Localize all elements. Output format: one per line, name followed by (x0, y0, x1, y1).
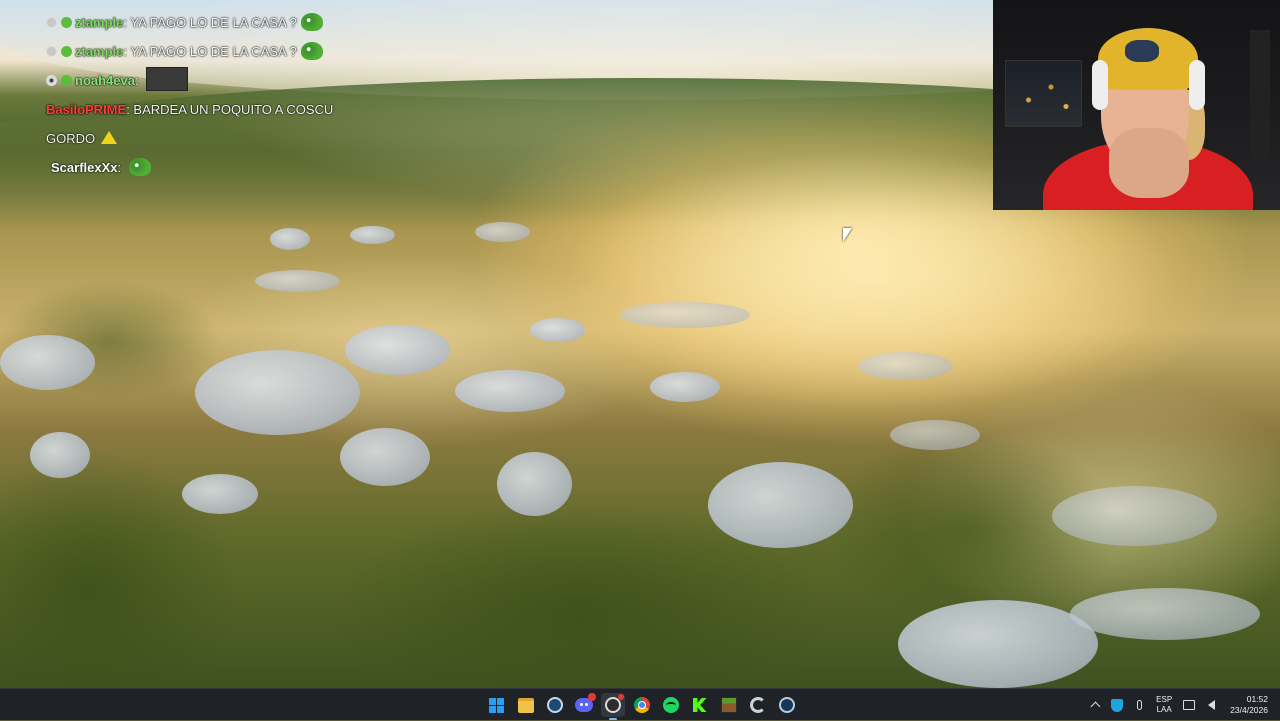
pond (340, 428, 430, 486)
shield-icon (1111, 698, 1124, 712)
pond (858, 352, 953, 380)
chat-username: noah4eva (75, 73, 135, 88)
windows-start-icon (489, 697, 504, 713)
pond (620, 302, 750, 328)
chat-message: ztample: YA PAGO LO DE LA CASA ? (46, 8, 376, 37)
chat-text: GORDO (46, 131, 96, 146)
room-shelf (1250, 30, 1270, 160)
taskbar-minecraft[interactable] (717, 693, 741, 717)
taskbar-chrome[interactable] (630, 693, 654, 717)
taskbar-obs[interactable] (600, 693, 625, 720)
pond (530, 318, 585, 342)
chat-message: noah4eva: (46, 66, 376, 95)
warning-emote-icon (101, 131, 118, 144)
pond (255, 270, 340, 292)
show-hidden-icons-button[interactable] (1086, 696, 1104, 714)
smiley-badge-icon (61, 46, 72, 57)
steam-icon (778, 697, 795, 713)
chat-text: BARDEA UN POQUITO A COSCU (133, 102, 334, 117)
language-indicator[interactable]: ESP LAA (1156, 695, 1172, 715)
chat-username: ScarflexXx (51, 160, 118, 175)
clock-date: 23/4/2026 (1230, 705, 1268, 715)
steam-icon (546, 697, 563, 713)
tray-network[interactable] (1180, 696, 1198, 714)
smiley-badge-icon (61, 75, 72, 86)
pond (475, 222, 530, 242)
headphone-icon (1189, 60, 1205, 110)
tray-microphone[interactable] (1130, 696, 1148, 714)
spotify-icon (662, 697, 679, 713)
pond (345, 325, 450, 375)
notification-badge (587, 693, 596, 701)
chat-message-continuation: GORDO (46, 124, 376, 153)
pond (650, 372, 720, 402)
pond (1052, 486, 1217, 546)
chat-message: ScarflexXx: (46, 153, 376, 182)
start-button[interactable] (485, 693, 509, 717)
speaker-icon (1207, 700, 1215, 710)
chat-text: YA PAGO LO DE LA CASA ? (130, 44, 297, 59)
obs-icon (604, 697, 621, 713)
chat-username: ztample (75, 44, 124, 59)
room-window (1005, 60, 1082, 127)
chrome-icon (633, 697, 650, 713)
ccleaner-icon (749, 697, 766, 713)
recording-indicator (617, 694, 624, 700)
taskbar-file-explorer[interactable] (514, 693, 538, 717)
image-emote-icon (146, 67, 189, 91)
chat-message: BasiloPRIME: BARDEA UN POQUITO A COSCU (46, 102, 334, 117)
webcam-overlay (993, 0, 1280, 210)
taskbar-steam-2[interactable] (775, 693, 799, 717)
language-code: ESP (1156, 695, 1173, 704)
chat-username: ztample (75, 15, 124, 30)
taskbar-spotify[interactable] (659, 693, 683, 717)
tray-volume[interactable] (1202, 696, 1220, 714)
kick-icon (692, 698, 707, 712)
chat-badge-icon (46, 46, 57, 57)
frog-emote-icon (300, 13, 323, 31)
pond (182, 474, 258, 514)
headphone-icon (1092, 60, 1108, 110)
smiley-badge-icon (61, 17, 72, 28)
pond (0, 335, 95, 390)
stream-chat: ztample: YA PAGO LO DE LA CASA ? ztample… (46, 8, 376, 182)
tray-security[interactable] (1108, 696, 1126, 714)
pond (898, 600, 1098, 688)
chat-message: ztample: YA PAGO LO DE LA CASA ? (46, 37, 376, 66)
chevron-up-icon (1090, 701, 1101, 712)
pond (708, 462, 853, 548)
taskbar: ESP LAA 01:52 23/4/2026 (0, 688, 1280, 720)
clock-time: 01:52 (1246, 694, 1268, 704)
taskbar-discord[interactable] (572, 693, 596, 717)
pond (497, 452, 572, 516)
chat-badge-icon (46, 75, 57, 86)
pond (455, 370, 565, 412)
minecraft-icon (720, 697, 737, 713)
keyboard-layout: LAA (1156, 705, 1172, 714)
taskbar-steam[interactable] (543, 693, 567, 717)
pond (270, 228, 310, 250)
mouse-cursor-icon (843, 228, 852, 242)
taskbar-kick[interactable] (688, 693, 712, 717)
streamer-hands (1109, 128, 1189, 198)
taskbar-apps (482, 689, 801, 721)
frog-emote-icon (300, 42, 323, 60)
frog-emote-icon (128, 158, 151, 176)
microphone-icon (1136, 700, 1142, 710)
system-tray: ESP LAA 01:52 23/4/2026 (1084, 689, 1280, 721)
beanie-logo-icon (1125, 40, 1159, 62)
folder-icon (517, 697, 534, 713)
pond (195, 350, 360, 435)
chat-username: BasiloPRIME (46, 102, 127, 117)
chat-badge-icon (46, 17, 57, 28)
pond (350, 226, 395, 244)
clock[interactable]: 01:52 23/4/2026 (1230, 694, 1268, 716)
taskbar-ccleaner[interactable] (746, 693, 770, 717)
network-icon (1183, 700, 1196, 710)
pond (30, 432, 90, 478)
pond (1070, 588, 1260, 640)
pond (890, 420, 980, 450)
chat-text: YA PAGO LO DE LA CASA ? (130, 15, 297, 30)
